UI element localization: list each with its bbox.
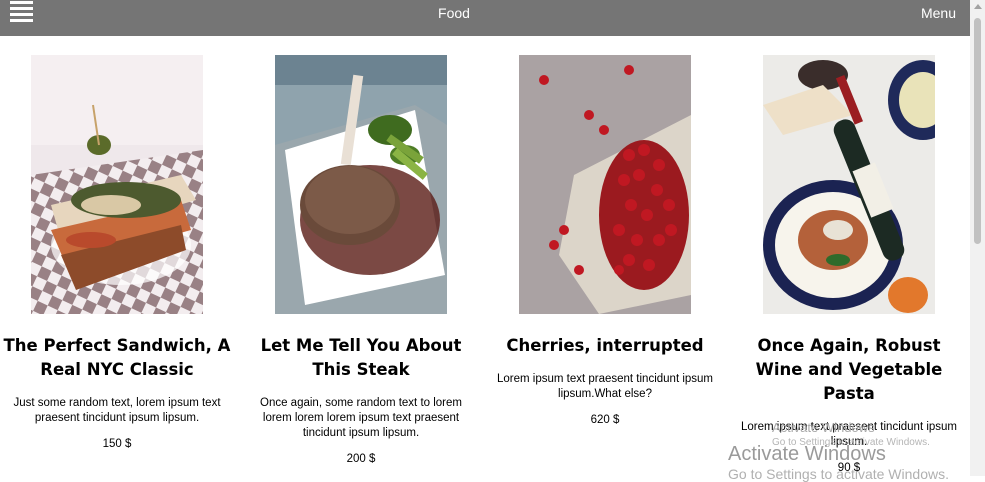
- card-title[interactable]: Once Again, Robust Wine and Vegetable Pa…: [735, 334, 963, 406]
- card-description: Just some random text, lorem ipsum text …: [13, 397, 221, 424]
- activate-windows-watermark-title-large: Activate Windows: [728, 443, 886, 465]
- vertical-scrollbar[interactable]: [970, 0, 985, 476]
- card-title[interactable]: The Perfect Sandwich, A Real NYC Classic: [3, 334, 231, 382]
- cherries-image: [519, 55, 691, 314]
- card-price: 200 $: [346, 453, 376, 465]
- food-card-cherries[interactable]: Cherries, interrupted Lorem ipsum text p…: [485, 55, 725, 426]
- page-title: Food: [438, 5, 470, 21]
- food-card-sandwich[interactable]: The Perfect Sandwich, A Real NYC Classic…: [0, 55, 237, 450]
- food-card-steak[interactable]: Let Me Tell You About This Steak Once ag…: [241, 55, 481, 465]
- menu-link[interactable]: Menu: [921, 5, 956, 21]
- scroll-up-arrow-icon[interactable]: [974, 4, 982, 9]
- card-description: Once again, some random text to lorem lo…: [260, 397, 462, 439]
- steak-image: [275, 55, 447, 314]
- food-card-wine-pasta[interactable]: Once Again, Robust Wine and Vegetable Pa…: [729, 55, 969, 474]
- wine-pasta-image: [763, 55, 935, 314]
- card-price: 150 $: [102, 438, 132, 450]
- sandwich-image: [31, 55, 203, 314]
- activate-windows-watermark-title: Activate Windows: [772, 420, 875, 435]
- card-description: Lorem ipsum text praesent tincidunt ipsu…: [496, 373, 714, 400]
- card-title[interactable]: Let Me Tell You About This Steak: [247, 334, 475, 382]
- activate-windows-watermark-subtitle-large: Go to Settings to activate Windows.: [728, 466, 949, 482]
- card-title[interactable]: Cherries, interrupted: [491, 334, 719, 358]
- card-price: 620 $: [590, 414, 620, 426]
- scrollbar-thumb[interactable]: [974, 18, 981, 244]
- top-bar: Food Menu: [0, 0, 970, 36]
